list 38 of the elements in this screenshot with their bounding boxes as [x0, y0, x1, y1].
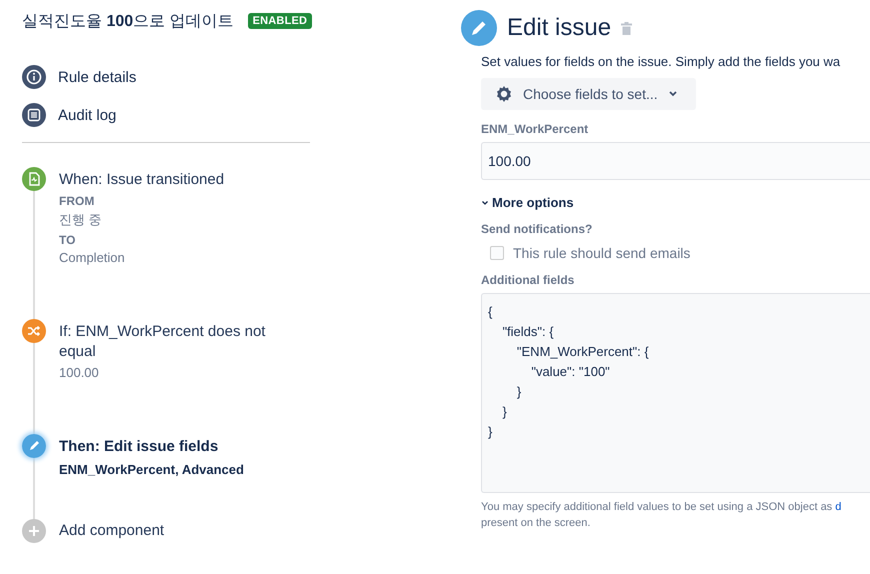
gear-icon: [495, 85, 513, 103]
step-title[interactable]: If: ENM_WorkPercent does not equal: [59, 322, 284, 362]
step-detail: 100.00: [59, 365, 100, 380]
docs-link[interactable]: d: [835, 501, 842, 513]
step-title[interactable]: When: Issue transitioned: [59, 170, 284, 190]
status-badge: ENABLED: [248, 13, 312, 29]
section-label: Send notifications?: [481, 222, 594, 236]
info-icon: [22, 65, 46, 89]
checkbox[interactable]: [490, 246, 504, 260]
step-detail: 진행 중: [59, 211, 103, 229]
nav-link[interactable]: Audit log: [58, 106, 116, 124]
checkbox-label: This rule should send emails: [513, 245, 690, 261]
step-title[interactable]: Add component: [59, 521, 284, 541]
choose-fields-button[interactable]: Choose fields to set...: [481, 78, 696, 110]
nav-link[interactable]: Rule details: [58, 68, 136, 86]
step-detail: ENM_WorkPercent, Advanced: [59, 462, 245, 477]
json-textarea[interactable]: { "fields": { "ENM_WorkPercent": { "value": "100" } } }: [481, 293, 870, 493]
panel-title: Edit issue: [507, 14, 612, 42]
help-text: You may specify additional field values to be set using a JSON object as d present on the screen.: [481, 500, 842, 531]
trash-icon[interactable]: [621, 22, 632, 34]
step-label: FROM: [59, 194, 96, 208]
shuffle-icon: [22, 319, 46, 343]
pencil-icon: [461, 10, 497, 46]
step-title[interactable]: Then: Edit issue fields: [59, 437, 284, 457]
chevron-down-icon: [481, 198, 489, 206]
pencil-icon: [22, 434, 46, 458]
step-label: TO: [59, 233, 76, 247]
field-label: Additional fields: [481, 273, 576, 287]
plus-icon: [22, 519, 46, 543]
number-field[interactable]: 100.00: [481, 142, 870, 180]
more-options-toggle[interactable]: More options: [481, 195, 574, 210]
rule-title: 실적진도율 100으로 업데이트: [22, 12, 234, 32]
list-icon: [22, 103, 46, 127]
chevron-down-icon: [668, 90, 678, 98]
description-text: Set values for fields on the issue. Simply add the fields you wa: [481, 54, 842, 69]
step-detail: Completion: [59, 250, 126, 265]
document-icon: [22, 167, 46, 191]
field-label: ENM_WorkPercent: [481, 122, 590, 136]
